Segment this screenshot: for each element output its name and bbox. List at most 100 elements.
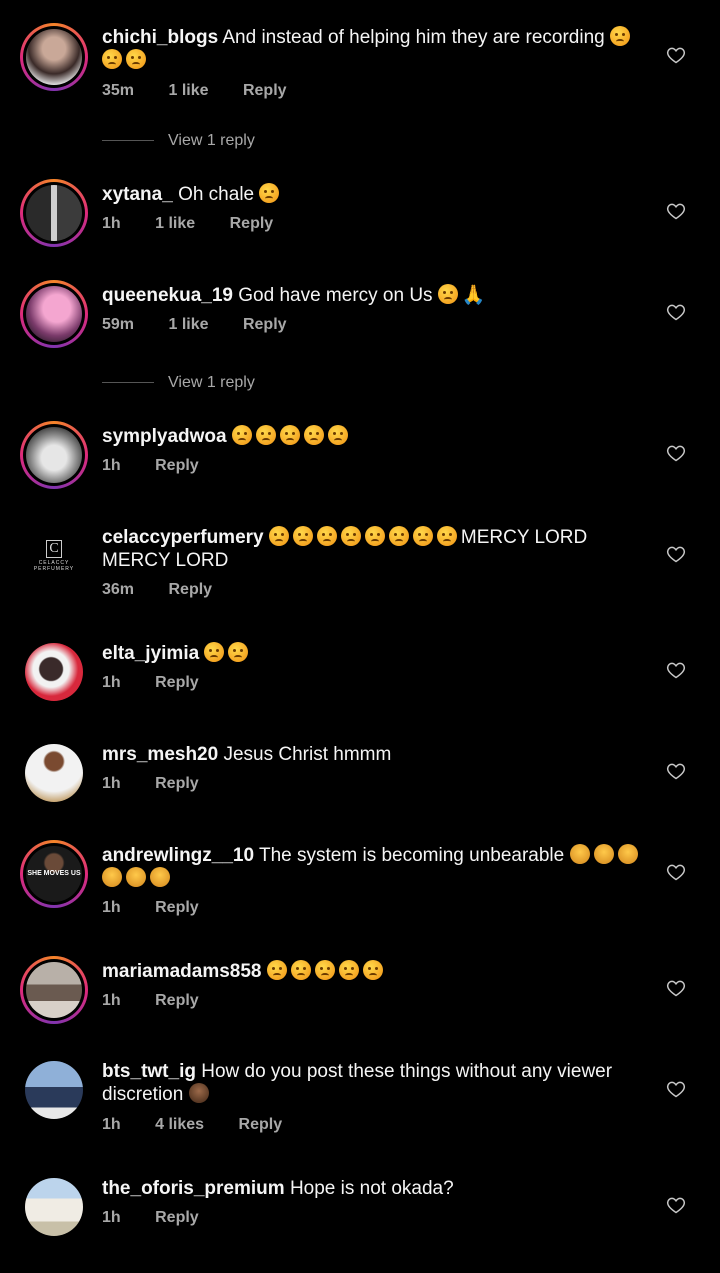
- comment-username[interactable]: bts_twt_ig: [102, 1061, 196, 1082]
- facepalm-emoji-icon: [569, 844, 642, 866]
- comment-meta: 1h Reply: [102, 457, 229, 475]
- avatar[interactable]: [20, 1173, 88, 1241]
- comment-meta: 1h Reply: [102, 674, 229, 692]
- crying-emoji-icon: [259, 183, 283, 205]
- crying-emoji-icon: [610, 26, 634, 48]
- comment-meta: 1h Reply: [102, 899, 229, 917]
- comment-time: 1h: [102, 899, 121, 916]
- crying-emoji-icon: [437, 284, 462, 306]
- comment-username[interactable]: mrs_mesh20: [102, 744, 218, 765]
- crying-emoji-icon: [204, 642, 252, 664]
- brand-logo-name: CELACCY PERFUMERY: [33, 560, 75, 572]
- facepalm-emoji-icon: [188, 1083, 213, 1105]
- comment-meta: 1h Reply: [102, 1209, 229, 1227]
- comment-likes[interactable]: 4 likes: [155, 1116, 204, 1133]
- reply-button[interactable]: Reply: [168, 581, 212, 598]
- praying-hands-icon: 🙏: [461, 285, 486, 306]
- view-replies-button[interactable]: View 1 reply: [102, 374, 255, 392]
- heart-outline-icon[interactable]: [666, 1195, 686, 1215]
- comment-meta: 59m 1 like Reply: [102, 316, 317, 334]
- comment-text: queenekua_19 God have mercy on Us 🙏: [102, 284, 642, 307]
- comment-meta: 36m Reply: [102, 581, 242, 599]
- heart-outline-icon[interactable]: [666, 660, 686, 680]
- comment-username[interactable]: andrewlingz__10: [102, 845, 254, 866]
- comment-time: 1h: [102, 1209, 121, 1226]
- heart-outline-icon[interactable]: [666, 45, 686, 65]
- comment-username[interactable]: queenekua_19: [102, 285, 233, 306]
- comment-text: chichi_blogs And instead of helping him …: [102, 26, 642, 72]
- heart-outline-icon[interactable]: [666, 544, 686, 564]
- facepalm-emoji-icon: [102, 867, 174, 889]
- reply-button[interactable]: Reply: [155, 1209, 199, 1226]
- avatar[interactable]: [20, 179, 88, 247]
- comment-likes[interactable]: 1 like: [168, 82, 208, 99]
- avatar[interactable]: [20, 23, 88, 91]
- comment-text: the_oforis_premium Hope is not okada?: [102, 1177, 642, 1200]
- reply-button[interactable]: Reply: [239, 1116, 283, 1133]
- comment-text: symplyadwoa: [102, 425, 642, 448]
- avatar[interactable]: [20, 956, 88, 1024]
- comment-meta: 1h Reply: [102, 992, 229, 1010]
- comment-text: andrewlingz__10 The system is becoming u…: [102, 844, 642, 890]
- comment-meta: 1h Reply: [102, 775, 229, 793]
- comment-text: elta_jyimia: [102, 642, 642, 665]
- heart-outline-icon[interactable]: [666, 761, 686, 781]
- heart-outline-icon[interactable]: [666, 1079, 686, 1099]
- reply-button[interactable]: Reply: [155, 899, 199, 916]
- comment-time: 1h: [102, 457, 121, 474]
- comment-username[interactable]: symplyadwoa: [102, 426, 227, 447]
- comment-time: 36m: [102, 581, 135, 598]
- avatar[interactable]: [20, 638, 88, 706]
- reply-button[interactable]: Reply: [243, 82, 287, 99]
- divider-line: [102, 382, 154, 384]
- avatar[interactable]: [20, 739, 88, 807]
- comment-body: God have mercy on Us: [238, 285, 433, 306]
- comment-body: The system is becoming unbearable: [259, 845, 565, 866]
- heart-outline-icon[interactable]: [666, 302, 686, 322]
- comment-username[interactable]: chichi_blogs: [102, 27, 218, 48]
- comment-meta: 1h 4 likes Reply: [102, 1116, 312, 1134]
- comment-time: 59m: [102, 316, 135, 333]
- heart-outline-icon[interactable]: [666, 201, 686, 221]
- brand-logo-letter: C: [46, 540, 62, 558]
- comment-body: Oh chale: [178, 184, 255, 205]
- comment-meta: 1h 1 like Reply: [102, 215, 303, 233]
- heart-outline-icon[interactable]: [666, 978, 686, 998]
- reply-button[interactable]: Reply: [155, 674, 199, 691]
- heart-outline-icon[interactable]: [666, 862, 686, 882]
- comment-body: Jesus Christ hmmm: [223, 744, 392, 765]
- comment-username[interactable]: xytana_: [102, 184, 173, 205]
- comment-text: mrs_mesh20 Jesus Christ hmmm: [102, 743, 642, 766]
- crying-emoji-icon: [102, 49, 150, 71]
- comment-username[interactable]: elta_jyimia: [102, 643, 199, 664]
- reply-button[interactable]: Reply: [155, 775, 199, 792]
- reply-button[interactable]: Reply: [230, 215, 274, 232]
- comment-likes[interactable]: 1 like: [155, 215, 195, 232]
- comment-text: celaccyperfumery MERCY LORD MERCY LORD: [102, 526, 642, 572]
- comment-body: And instead of helping him they are reco…: [222, 27, 605, 48]
- avatar[interactable]: C CELACCY PERFUMERY: [20, 520, 88, 588]
- avatar[interactable]: [20, 1056, 88, 1124]
- comment-time: 1h: [102, 674, 121, 691]
- comment-likes[interactable]: 1 like: [168, 316, 208, 333]
- comment-username[interactable]: celaccyperfumery: [102, 527, 264, 548]
- comment-text: mariamadams858: [102, 960, 642, 983]
- avatar[interactable]: SHE MOVES US: [20, 840, 88, 908]
- comment-time: 1h: [102, 775, 121, 792]
- crying-emoji-icon: [268, 526, 461, 548]
- comment-text: bts_twt_ig How do you post these things …: [102, 1060, 642, 1106]
- comment-time: 1h: [102, 215, 121, 232]
- comment-text: xytana_ Oh chale: [102, 183, 642, 206]
- reply-button[interactable]: Reply: [155, 992, 199, 1009]
- view-replies-button[interactable]: View 1 reply: [102, 132, 255, 150]
- comment-username[interactable]: the_oforis_premium: [102, 1178, 285, 1199]
- comment-username[interactable]: mariamadams858: [102, 961, 262, 982]
- comment-time: 1h: [102, 992, 121, 1009]
- comment-meta: 35m 1 like Reply: [102, 82, 317, 100]
- comment-time: 35m: [102, 82, 135, 99]
- reply-button[interactable]: Reply: [243, 316, 287, 333]
- avatar[interactable]: [20, 421, 88, 489]
- heart-outline-icon[interactable]: [666, 443, 686, 463]
- avatar[interactable]: [20, 280, 88, 348]
- reply-button[interactable]: Reply: [155, 457, 199, 474]
